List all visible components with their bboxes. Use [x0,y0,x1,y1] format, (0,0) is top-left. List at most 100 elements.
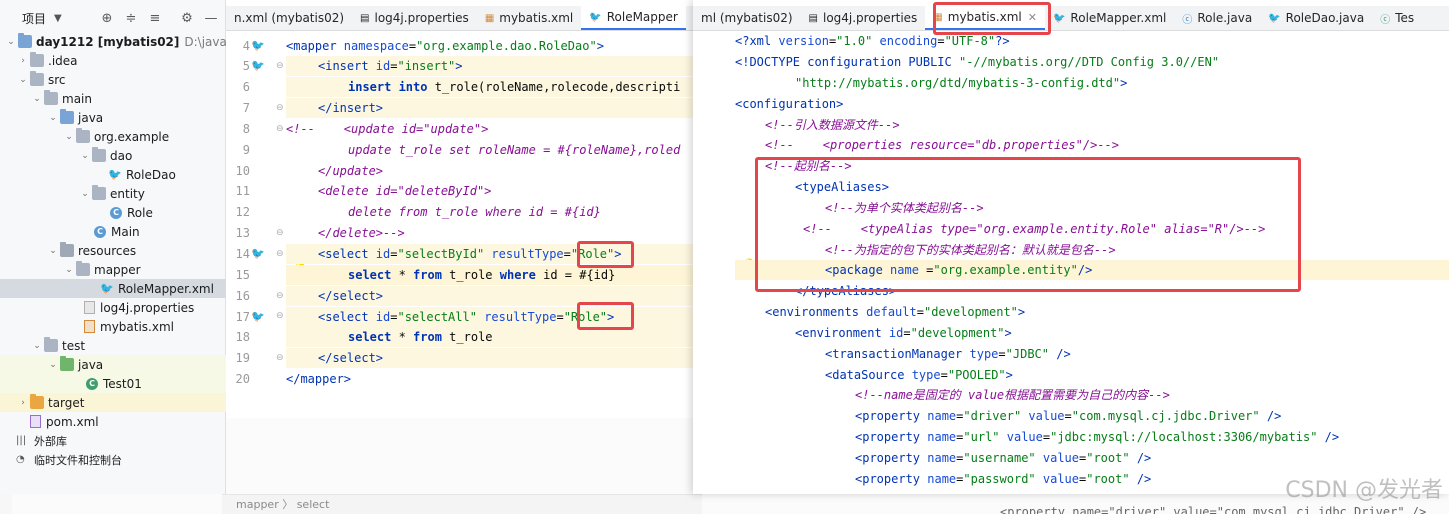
chevron-right-icon[interactable]: › [16,56,30,66]
tab-mybatis-xml[interactable]: ▦ mybatis.xml ✕ [925,6,1045,30]
tab-label: Tes [1395,11,1415,25]
code-line: </select> [286,286,693,306]
locate-icon[interactable]: ⊕ [98,9,116,27]
tree-item-main[interactable]: ⌄ main [0,89,256,108]
chevron-down-icon[interactable]: ⌄ [78,151,92,161]
xml-tag: <property [855,409,928,423]
chevron-down-icon[interactable]: ⌄ [30,341,44,351]
chevron-down-icon[interactable]: ⌄ [30,94,44,104]
fold-marker-icon[interactable]: ⊖ [276,61,284,71]
xml-value: "insert" [397,59,456,73]
fold-marker-icon[interactable]: ⊖ [276,291,284,301]
code-area[interactable]: <?xml version="1.0" encoding="UTF-8"?> <… [735,31,1449,494]
mybatis-bird-icon: 🐦 [100,282,114,295]
xml-tag: <mapper [286,39,344,53]
folder-icon [30,71,44,86]
chevron-right-icon[interactable]: › [16,398,30,408]
fold-marker-icon[interactable]: ⊖ [276,228,284,238]
code-line: <?xml version="1.0" encoding="UTF-8"?> [735,31,1449,51]
xml-tag: /> [1317,430,1340,444]
tree-item-external-libraries[interactable]: ||| 外部库 [0,431,242,450]
line-number: 11 [235,184,250,198]
minimize-icon[interactable]: — [202,9,220,27]
tree-item-idea[interactable]: › .idea [0,51,242,70]
xml-tag: > [596,39,604,53]
line-number: 7 [242,101,250,115]
chevron-down-icon[interactable]: ⌄ [62,132,76,142]
chevron-down-icon[interactable]: ⌄ [46,246,60,256]
tab-pom-xml[interactable]: ml (mybatis02) [693,6,801,30]
tree-item-test[interactable]: ⌄ test [0,336,256,355]
xml-eq: = [408,39,417,53]
tab-rolemapper-xml[interactable]: 🐦 RoleMapper.xml [1045,6,1174,30]
xml-comment: <!--为指定的包下的实体类起别名：默认就是包名--> [825,243,1116,257]
chevron-down-icon[interactable]: ⌄ [62,265,76,275]
fold-marker-icon[interactable]: ⊖ [276,311,284,321]
code-line: <insert id="insert"> [286,56,693,76]
xml-value: "org.example.entity" [933,263,1078,277]
gear-icon[interactable]: ⚙ [178,9,196,27]
tree-item-src[interactable]: ⌄ src [0,70,242,89]
line-number: 8 [242,122,250,136]
xml-comment: <delete id="deleteById"> [318,184,492,198]
mybatis-bird-icon[interactable]: 🐦 [251,39,265,52]
class-icon: C [110,206,122,219]
xml-attr: value [1035,451,1079,465]
code-line: <!--引入数据源文件--> [735,115,1449,135]
tree-item-label: pom.xml [46,414,99,429]
tree-item-label: 外部库 [34,434,67,448]
code-line: <dataSource type="POOLED"> [735,365,1449,385]
line-number: 18 [235,330,250,344]
chevron-down-icon[interactable]: ▼ [54,13,62,24]
chevron-down-icon[interactable]: ⌄ [46,113,60,123]
collapse-all-icon[interactable]: ≡ [146,9,164,27]
tab-rolemapper-xml[interactable]: 🐦 RoleMapper [581,6,686,30]
sql-keyword: select [348,330,392,344]
code-line: <!--name是固定的 value根据配置需要为自己的内容--> [735,385,1449,405]
fold-marker-icon[interactable]: ⊖ [276,353,284,363]
sql-text: * [391,330,414,344]
line-number: 14 [235,247,250,261]
chevron-down-icon[interactable]: ⌄ [78,189,92,199]
tab-log4j-properties[interactable]: ▤ log4j.properties [801,6,926,30]
mybatis-bird-icon[interactable]: 🐦 [251,59,265,72]
close-icon[interactable]: ✕ [1028,11,1037,24]
tab-pom-xml[interactable]: n.xml (mybatis02) [226,6,352,30]
xml-attr: value [1021,409,1065,423]
expand-all-icon[interactable]: ≑ [122,9,140,27]
xml-comment: <!--为单个实体类起别名--> [825,201,984,215]
xml-value: "root" [1086,472,1130,486]
code-area[interactable]: <mapper namespace="org.example.dao.RoleD… [286,31,693,418]
tree-item-label: Test01 [103,376,142,391]
tab-mybatis-xml[interactable]: ▦ mybatis.xml [477,6,581,30]
tab-roledao-java[interactable]: 🐦 RoleDao.java [1260,6,1372,30]
xml-attr: value [999,430,1043,444]
tab-role-java[interactable]: ⓒ Role.java [1174,6,1260,30]
fold-marker-icon[interactable]: ⊖ [276,124,284,134]
mybatis-bird-icon[interactable]: 🐦 [251,247,265,260]
code-line: <environments default="development"> [735,302,1449,322]
mybatis-bird-icon[interactable]: 🐦 [251,310,265,323]
source-folder-icon [60,109,74,124]
chevron-down-icon[interactable]: ⌄ [16,75,30,85]
fold-marker-icon[interactable]: ⊖ [276,249,284,259]
tree-item-pom-xml[interactable]: pom.xml [0,412,256,431]
tab-test[interactable]: ⓒ Tes [1372,6,1422,30]
chevron-down-icon[interactable]: ⌄ [4,37,18,47]
tree-item-scratches[interactable]: ◔ 临时文件和控制台 [0,450,242,469]
xml-eq: = [1064,409,1072,423]
project-title[interactable]: 项目 [22,10,46,27]
fold-marker-icon[interactable]: ⊖ [276,103,284,113]
line-number: 9 [242,143,250,157]
tab-label: RoleMapper.xml [1070,11,1167,25]
tab-log4j-properties[interactable]: ▤ log4j.properties [352,6,477,30]
xml-attr: name [890,263,919,277]
chevron-down-icon[interactable]: ⌄ [46,360,60,370]
code-line: <!-- <update id="update"> [286,119,693,139]
xml-comment: <properties resource="db.properties"/>--… [822,138,1120,152]
xml-file-icon: ▦ [933,11,943,23]
breadcrumb[interactable]: mapper 〉 select [222,494,702,514]
tree-item-project-root[interactable]: ⌄ day1212 [mybatis02] D:\java\idea\ [0,32,261,51]
tree-item-target[interactable]: › target [0,393,242,412]
code-line: <mapper namespace="org.example.dao.RoleD… [286,36,693,56]
